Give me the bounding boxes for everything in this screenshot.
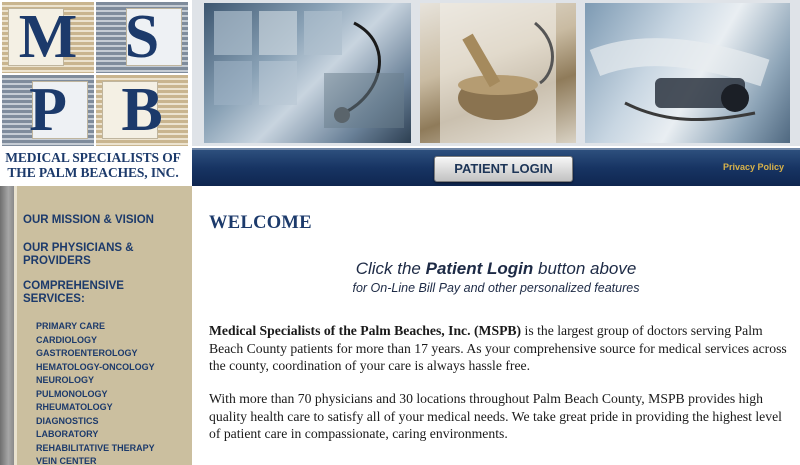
physicians-paragraph: With more than 70 physicians and 30 loca… [209, 391, 782, 441]
promo-headline: Click the Patient Login button above [192, 259, 800, 279]
top-nav-bar: PATIENT LOGIN Privacy Policy [192, 148, 800, 186]
services-list: PRIMARY CARE CARDIOLOGY GASTROENTEROLOGY… [36, 320, 155, 465]
logo-letter-p: P [29, 76, 67, 144]
header-photo-blood-pressure [585, 3, 790, 143]
logo-name-line2: THE PALM BEACHES, INC. [7, 165, 179, 180]
service-item-cardiology[interactable]: CARDIOLOGY [36, 334, 155, 348]
header-photo-banner [192, 0, 800, 146]
sidebar-item-mission-vision[interactable]: OUR MISSION & VISION [23, 214, 154, 227]
logo-name-line1: MEDICAL SPECIALISTS OF [5, 150, 181, 165]
mspb-logo[interactable]: M S P B MEDICAL SPECIALISTS OF THE PALM … [0, 0, 192, 186]
login-promo: Click the Patient Login button above for… [192, 259, 800, 297]
logo-tile-b: B [96, 75, 188, 146]
logo-tile-p: P [2, 75, 94, 146]
logo-letter-s: S [124, 3, 160, 71]
promo-button-above-text: button above [533, 259, 637, 278]
service-item-hematology-oncology[interactable]: HEMATOLOGY-ONCOLOGY [36, 361, 155, 375]
sidebar-item-comprehensive-services[interactable]: COMPREHENSIVE SERVICES: [23, 280, 163, 306]
main-content: WELCOME Click the Patient Login button a… [192, 186, 800, 465]
logo-monogram: M S P B [2, 2, 188, 146]
logo-letter-m: M [18, 3, 78, 71]
intro-paragraph: Medical Specialists of the Palm Beaches,… [209, 322, 794, 375]
promo-patient-login-text: Patient Login [425, 259, 534, 278]
logo-company-name: MEDICAL SPECIALISTS OF THE PALM BEACHES,… [0, 150, 186, 180]
service-item-rheumatology[interactable]: RHEUMATOLOGY [36, 401, 155, 415]
service-item-vein-center[interactable]: VEIN CENTER [36, 455, 155, 465]
logo-letter-b: B [121, 76, 163, 144]
service-item-diagnostics[interactable]: DIAGNOSTICS [36, 415, 155, 429]
privacy-policy-link[interactable]: Privacy Policy [723, 162, 784, 172]
service-item-primary-care[interactable]: PRIMARY CARE [36, 320, 155, 334]
service-item-neurology[interactable]: NEUROLOGY [36, 374, 155, 388]
service-item-rehabilitative-therapy[interactable]: REHABILITATIVE THERAPY [36, 442, 155, 456]
sidebar-nav: OUR MISSION & VISION OUR PHYSICIANS & PR… [0, 186, 192, 465]
logo-tile-s: S [96, 2, 188, 73]
sidebar-edge-accent [14, 186, 17, 465]
intro-company-name: Medical Specialists of the Palm Beaches,… [209, 323, 522, 338]
page-title: WELCOME [209, 213, 312, 233]
service-item-gastroenterology[interactable]: GASTROENTEROLOGY [36, 347, 155, 361]
header-photo-mortar-pestle [420, 3, 576, 143]
service-item-pulmonology[interactable]: PULMONOLOGY [36, 388, 155, 402]
header-photo-xray-stethoscope [204, 3, 411, 143]
service-item-laboratory[interactable]: LABORATORY [36, 428, 155, 442]
sidebar-item-physicians-providers[interactable]: OUR PHYSICIANS & PROVIDERS [23, 242, 163, 268]
sidebar-edge-bar [0, 186, 14, 465]
logo-tile-m: M [2, 2, 94, 73]
promo-click-text: Click the [355, 259, 426, 278]
patient-login-button[interactable]: PATIENT LOGIN [434, 156, 573, 182]
promo-subline: for On-Line Bill Pay and other personali… [352, 281, 640, 295]
